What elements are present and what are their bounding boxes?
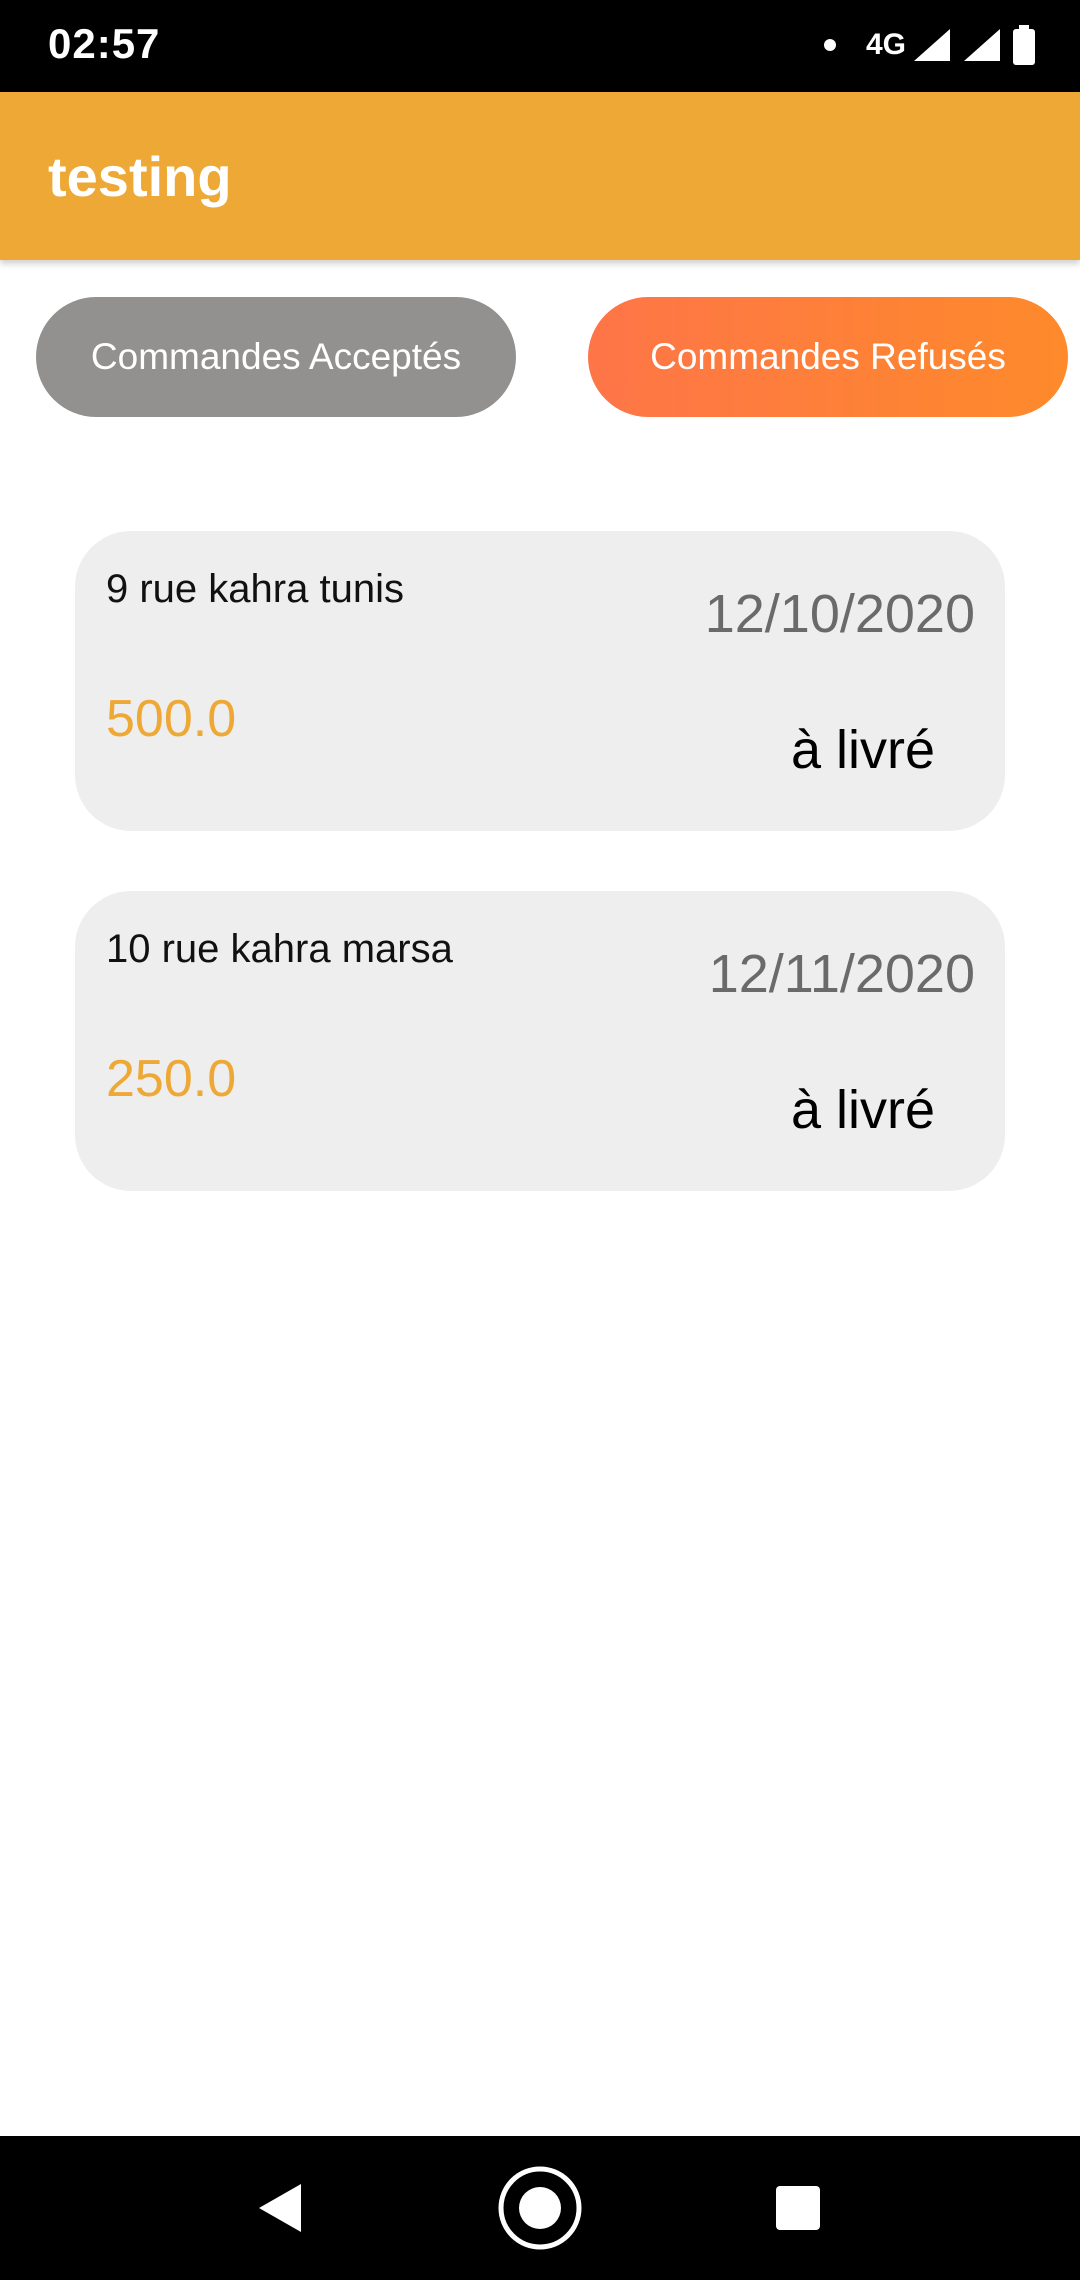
status-time: 02:57 [48,20,161,67]
tab-accepted-orders[interactable]: Commandes Acceptés [36,297,516,417]
order-card[interactable]: 9 rue kahra tunis 12/10/2020 500.0 à liv… [75,531,1005,831]
navigation-bar [0,2136,1080,2280]
back-button[interactable] [210,2136,350,2280]
order-address: 10 rue kahra marsa [106,927,453,971]
home-icon [498,2166,582,2250]
app-title: testing [48,145,232,208]
order-price: 250.0 [106,1050,237,1108]
order-status: à livré [790,720,935,780]
tab-refused-orders[interactable]: Commandes Refusés [588,297,1068,417]
order-card[interactable]: 10 rue kahra marsa 12/11/2020 250.0 à li… [75,891,1005,1191]
order-price: 500.0 [106,690,237,748]
app-bar: testing [0,92,1080,260]
status-bar: 02:57 4G [0,0,1080,92]
signal-icon [912,27,952,63]
order-date: 12/10/2020 [704,584,975,644]
back-icon [259,2184,301,2232]
order-address: 9 rue kahra tunis [106,567,404,611]
recents-icon [776,2186,820,2230]
notification-dot-icon [823,39,836,51]
order-date: 12/11/2020 [708,944,975,1004]
network-type-label: 4G [865,28,906,61]
battery-icon [1012,25,1036,65]
recents-button[interactable] [728,2136,868,2280]
home-button[interactable] [470,2136,610,2280]
signal-icon [962,27,1002,63]
order-status: à livré [790,1080,935,1140]
status-icons: 4G [823,22,1036,68]
